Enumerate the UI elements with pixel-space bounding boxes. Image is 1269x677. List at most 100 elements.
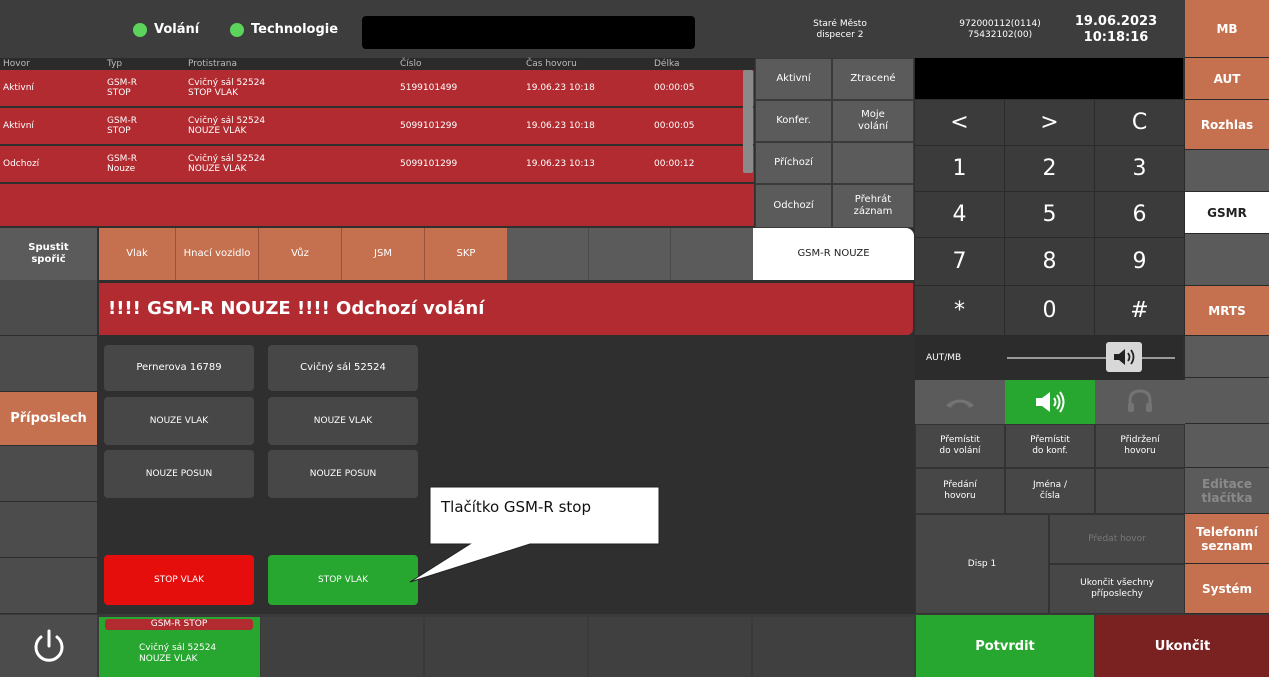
listen-button[interactable]: Příposlech — [0, 392, 97, 446]
key-right[interactable]: > — [1005, 100, 1095, 146]
volume-handle[interactable] — [1106, 342, 1142, 372]
tab-vlak[interactable]: Vlak — [99, 228, 176, 280]
call-type: GSM-R — [107, 78, 137, 88]
end-all-listen-button[interactable]: Ukončit všechny příposlechy — [1049, 564, 1185, 614]
filter-active[interactable]: Aktivní — [755, 58, 832, 100]
tab-empty-1 — [507, 228, 589, 280]
volume-label: AUT/MB — [926, 353, 962, 363]
move-to-call-line1: Přemístit — [940, 435, 980, 445]
call-state: Odchozí — [3, 159, 40, 169]
key-clear[interactable]: C — [1095, 100, 1185, 146]
sidebar-item-mrts[interactable]: MRTS — [1185, 286, 1269, 336]
loudspeaker-icon — [1036, 391, 1065, 413]
key-2[interactable]: 2 — [1005, 146, 1095, 192]
stop-train-button-green[interactable]: STOP VLAK — [268, 555, 418, 605]
col-header-duration: Délka — [654, 59, 680, 69]
key-3[interactable]: 3 — [1095, 146, 1185, 192]
emergency-shunt-button-2[interactable]: NOUZE POSUN — [268, 450, 418, 498]
filter-outgoing[interactable]: Odchozí — [755, 184, 832, 228]
sidebar-item-mb[interactable]: MB — [1185, 0, 1269, 58]
col-header-number: Číslo — [400, 59, 422, 69]
status-voice: Volání — [133, 22, 199, 37]
volume-track[interactable] — [1007, 357, 1175, 359]
call-card-line2: NOUZE VLAK — [139, 654, 198, 664]
call-party: Cvičný sál 52524 — [188, 78, 266, 88]
call-type: GSM-R — [107, 154, 137, 164]
call-time: 19.06.23 10:13 — [526, 159, 595, 169]
emergency-train-button-2[interactable]: NOUZE VLAK — [268, 397, 418, 445]
key-1[interactable]: 1 — [915, 146, 1005, 192]
tab-jsm[interactable]: JSM — [342, 228, 425, 280]
table-row[interactable]: Odchozí GSM-R Nouze Cvičný sál 52524 NOU… — [0, 146, 754, 182]
power-button[interactable] — [0, 615, 97, 677]
dial-display — [915, 58, 1183, 99]
end-call-button[interactable]: Ukončit — [1096, 615, 1269, 677]
sidebar-item-aut[interactable]: AUT — [1185, 58, 1269, 100]
end-all-listen-line1: Ukončit všechny — [1080, 578, 1154, 588]
hold-call-line1: Přidržení — [1120, 435, 1160, 445]
filter-incoming[interactable]: Příchozí — [755, 142, 832, 184]
call-slot-3 — [425, 617, 587, 677]
filter-my-calls[interactable]: Moje volání — [832, 100, 914, 142]
loudspeaker-button[interactable] — [1005, 380, 1095, 424]
confirm-button[interactable]: Potvrdit — [916, 615, 1094, 677]
contact-button-cvicny-sal[interactable]: Cvičný sál 52524 — [268, 345, 418, 391]
key-hash[interactable]: # — [1095, 286, 1185, 336]
tab-skp[interactable]: SKP — [425, 228, 507, 280]
dispatcher-select-button[interactable]: Disp 1 — [915, 514, 1049, 614]
handset-button[interactable] — [915, 380, 1005, 424]
filter-empty — [832, 142, 914, 184]
current-date: 19.06.2023 — [1074, 14, 1158, 29]
sidebar-item-system[interactable]: Systém — [1185, 564, 1269, 614]
key-5[interactable]: 5 — [1005, 192, 1095, 238]
key-7[interactable]: 7 — [915, 238, 1005, 286]
filter-conference[interactable]: Konfer. — [755, 100, 832, 142]
tab-vuz[interactable]: Vůz — [259, 228, 342, 280]
key-0[interactable]: 0 — [1005, 286, 1095, 336]
call-slot-2 — [261, 617, 423, 677]
tab-gsmr-nouze[interactable]: GSM-R NOUZE — [753, 228, 914, 280]
left-slot-2 — [0, 336, 97, 392]
call-card[interactable]: GSM-R STOP Cvičný sál 52524 NOUZE VLAK — [99, 617, 260, 677]
sidebar-item-rozhlas[interactable]: Rozhlas — [1185, 100, 1269, 150]
call-number: 5199101499 — [400, 83, 458, 93]
key-star[interactable]: * — [915, 286, 1005, 336]
key-6[interactable]: 6 — [1095, 192, 1185, 238]
key-left[interactable]: < — [915, 100, 1005, 146]
emergency-train-button-1[interactable]: NOUZE VLAK — [104, 397, 254, 445]
call-subtype: STOP — [107, 88, 131, 98]
screensaver-line1: Spustit — [28, 242, 69, 253]
screensaver-button[interactable]: Spustit spořič — [0, 228, 97, 280]
table-row[interactable]: Aktivní GSM-R STOP Cvičný sál 52524 NOUZ… — [0, 108, 754, 144]
status-technology-label: Technologie — [251, 22, 339, 37]
call-table-header: Hovor Typ Protistrana Číslo Čas hovoru D… — [0, 58, 754, 70]
call-time: 19.06.23 10:18 — [526, 83, 595, 93]
tab-hnaci-vozidlo[interactable]: Hnací vozidlo — [176, 228, 259, 280]
left-slot-1 — [0, 280, 97, 336]
sidebar-item-empty-2 — [1185, 234, 1269, 286]
call-duration: 00:00:05 — [654, 121, 695, 131]
sidebar-item-phonebook[interactable]: Telefonní seznam — [1185, 514, 1269, 564]
key-8[interactable]: 8 — [1005, 238, 1095, 286]
pass-call-button: Předat hovor — [1049, 514, 1185, 564]
headset-button[interactable] — [1095, 380, 1185, 424]
key-4[interactable]: 4 — [915, 192, 1005, 238]
move-to-conference-button[interactable]: Přemístit do konf. — [1005, 424, 1095, 468]
emergency-shunt-button-1[interactable]: NOUZE POSUN — [104, 450, 254, 498]
call-party: Cvičný sál 52524 — [188, 116, 266, 126]
table-scrollbar[interactable] — [743, 70, 753, 173]
key-9[interactable]: 9 — [1095, 238, 1185, 286]
stop-train-button-red[interactable]: STOP VLAK — [104, 555, 254, 605]
names-numbers-button[interactable]: Jména / čísla — [1005, 468, 1095, 514]
sidebar-item-gsmr[interactable]: GSMR — [1185, 192, 1269, 234]
filter-my-calls-line1: Moje — [861, 109, 885, 120]
filter-lost[interactable]: Ztracené — [832, 58, 914, 100]
move-to-call-button[interactable]: Přemístit do volání — [915, 424, 1005, 468]
handover-call-button[interactable]: Předání hovoru — [915, 468, 1005, 514]
move-to-conference-line1: Přemístit — [1030, 435, 1070, 445]
play-recording-button[interactable]: Přehrát záznam — [832, 184, 914, 228]
contact-button-pernerova[interactable]: Pernerova 16789 — [104, 345, 254, 391]
callout-text: Tlačítko GSM-R stop — [441, 498, 591, 516]
hold-call-button[interactable]: Přidržení hovoru — [1095, 424, 1185, 468]
table-row[interactable]: Aktivní GSM-R STOP Cvičný sál 52524 STOP… — [0, 70, 754, 106]
